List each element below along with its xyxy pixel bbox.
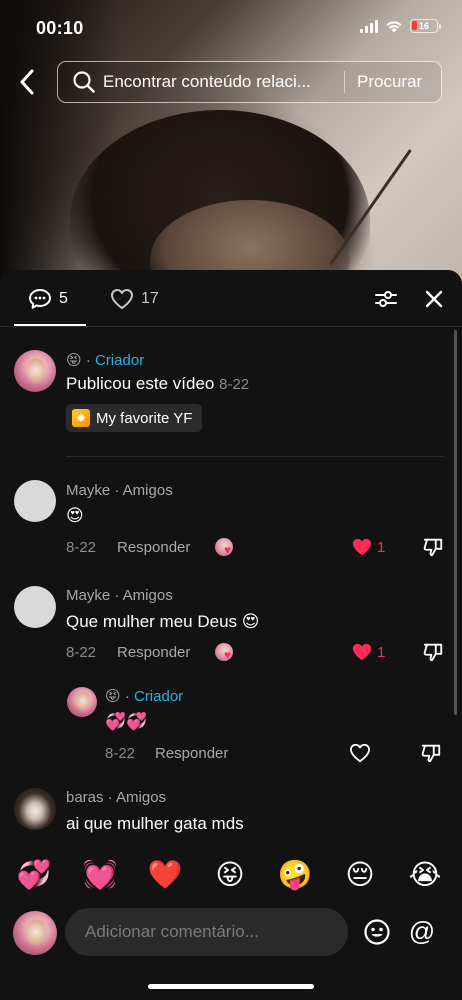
creator-label: Criador [133, 688, 184, 705]
emoji-option[interactable]: 🤪 [277, 855, 313, 895]
creator-post-text: Publicou este vídeo 8-22 [66, 374, 250, 393]
reply-button[interactable]: Responder [117, 539, 190, 556]
active-tab-underline [14, 324, 86, 326]
status-icons: 16 [360, 19, 441, 33]
back-button[interactable] [14, 66, 40, 98]
comments-count: 5 [59, 290, 68, 307]
creator-label: Criador [94, 352, 145, 369]
emoji-quick-bar: 💞 💓 ❤️ 😝 🤪 😔 😭 [0, 855, 462, 895]
sparkle-icon: ✸ [72, 409, 90, 427]
comment-date: 8-22 [66, 539, 97, 556]
reply-date: 8-22 [105, 745, 136, 762]
user-avatar[interactable] [13, 911, 57, 955]
comment-text: 😍 [66, 506, 84, 526]
reply-avatar[interactable] [67, 687, 97, 717]
search-input[interactable]: Encontrar conteúdo relaci... [103, 72, 331, 92]
wifi-icon [386, 21, 402, 33]
signal-icon [360, 19, 378, 33]
comment-avatar[interactable] [14, 586, 56, 628]
reply-author[interactable]: 😝 · Criador [105, 687, 183, 705]
filter-button[interactable] [374, 287, 398, 311]
creator-avatar[interactable] [14, 350, 56, 392]
creator-liked-badge: ♥ [215, 538, 239, 558]
emoji-option[interactable]: 😭 [407, 855, 443, 895]
status-time: 00:10 [36, 18, 84, 38]
emoji-option[interactable]: 💞 [16, 855, 52, 895]
heart-outline-icon [111, 289, 133, 309]
tab-likes[interactable]: 17 [110, 288, 159, 310]
reply-button[interactable]: Responder [155, 745, 228, 762]
video-tag-label: My favorite YF [96, 409, 193, 427]
emoji-option[interactable]: 💓 [82, 855, 118, 895]
heart-icon: ♥ [224, 648, 232, 662]
battery-level: 16 [418, 21, 429, 31]
scrollbar[interactable] [454, 330, 457, 715]
creator-liked-badge: ♥ [215, 643, 239, 663]
search-divider [344, 71, 345, 93]
thumbs-down-icon[interactable] [422, 641, 444, 663]
sliders-icon [375, 291, 397, 307]
emoji-option[interactable]: ❤️ [147, 855, 183, 895]
comment-input[interactable]: Adicionar comentário... [65, 908, 348, 956]
emoji-picker-button[interactable] [363, 918, 391, 946]
reply-button[interactable]: Responder [117, 644, 190, 661]
tab-comments[interactable]: 5 [28, 288, 68, 310]
emoji-option[interactable]: 😔 [342, 855, 378, 895]
heart-filled-icon[interactable] [351, 537, 373, 557]
comment-author[interactable]: Mayke · Amigos [66, 482, 173, 499]
heart-filled-icon[interactable] [351, 642, 373, 662]
like-count: 1 [377, 644, 386, 661]
status-bar: 00:10 16 [0, 0, 462, 54]
creator-name[interactable]: 😝 · Criador [66, 351, 144, 369]
heart-outline-icon[interactable] [349, 743, 371, 763]
chevron-left-icon [20, 69, 34, 95]
likes-count: 17 [141, 290, 159, 307]
creator-post-date: 8-22 [219, 376, 250, 393]
battery-icon: 16 [410, 19, 441, 33]
mention-button[interactable]: @ [408, 916, 436, 946]
comment-author[interactable]: baras · Amigos [66, 789, 166, 806]
close-icon [425, 290, 443, 308]
comment-text: Que mulher meu Deus 😍 [66, 612, 260, 631]
video-tag-pill[interactable]: ✸ My favorite YF [66, 404, 203, 432]
like-count: 1 [377, 539, 386, 556]
home-indicator[interactable] [148, 984, 314, 989]
search-icon [72, 70, 96, 94]
comment-avatar[interactable] [14, 788, 56, 830]
search-bar[interactable]: Encontrar conteúdo relaci... Procurar [57, 61, 442, 103]
thumbs-down-icon[interactable] [422, 536, 444, 558]
comment-date: 8-22 [66, 644, 97, 661]
comment-avatar[interactable] [14, 480, 56, 522]
comment-author[interactable]: Mayke · Amigos [66, 587, 173, 604]
divider [66, 456, 444, 457]
emoji-option[interactable]: 😝 [212, 855, 248, 895]
comment-tabs: 5 17 [0, 270, 462, 327]
comment-bubble-icon [29, 289, 51, 309]
reply-text: 💞💞 [105, 712, 148, 732]
thumbs-down-icon[interactable] [420, 742, 442, 764]
heart-icon: ♥ [224, 543, 232, 557]
search-button[interactable]: Procurar [357, 72, 422, 92]
close-button[interactable] [422, 287, 446, 311]
comment-text: ai que mulher gata mds [66, 814, 244, 833]
